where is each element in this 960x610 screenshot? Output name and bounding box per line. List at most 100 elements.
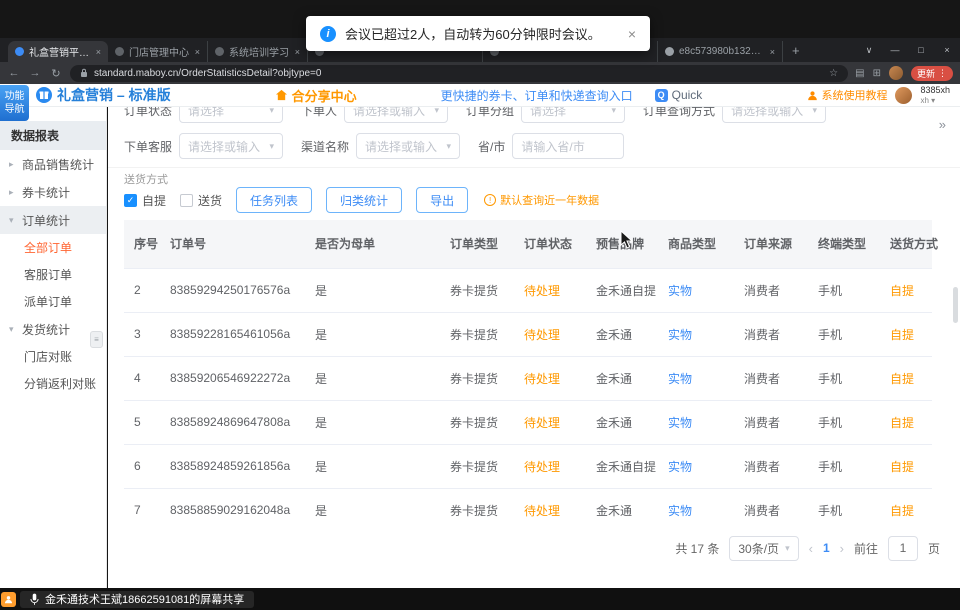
sidebar-item-all-orders[interactable]: 全部订单: [0, 234, 106, 261]
col-terminal-type: 终端类型: [808, 220, 880, 268]
close-icon[interactable]: ×: [628, 26, 636, 42]
cell-seq: 2: [124, 268, 160, 312]
tip-icon: !: [484, 194, 496, 206]
browser-tab[interactable]: e8c573980b1328a258fd2e6... ×: [658, 41, 783, 62]
order-agent-select[interactable]: 请选择或输入 ▾: [179, 133, 283, 159]
cell-terminal: 手机: [808, 444, 880, 488]
chevron-down-icon: ▾: [612, 107, 617, 116]
address-bar[interactable]: standard.maboy.cn/OrderStatisticsDetail?…: [70, 65, 848, 82]
sidebar-item-distribution-rebate[interactable]: 分销返利对账: [0, 370, 106, 397]
chevron-down-icon: ▾: [269, 141, 274, 152]
cell-brand: 金禾通自提: [586, 444, 658, 488]
sidebar-item-dispatch-orders[interactable]: 派单订单: [0, 288, 106, 315]
cell-order-type: 券卡提货: [440, 356, 514, 400]
close-icon[interactable]: ×: [96, 47, 101, 57]
task-list-button[interactable]: 任务列表: [236, 187, 312, 213]
channel-name-select[interactable]: 请选择或输入 ▾: [356, 133, 460, 159]
goto-page-input[interactable]: 1: [888, 536, 918, 561]
cell-seq: 4: [124, 356, 160, 400]
cell-product-type[interactable]: 实物: [658, 444, 734, 488]
browser-update-button[interactable]: 更新 ⋮: [911, 66, 953, 81]
reload-button[interactable]: ↻: [49, 67, 63, 80]
share-center-link[interactable]: 合分享中心: [275, 86, 357, 105]
sidebar-item-coupon-card-stats[interactable]: ▸ 券卡统计: [0, 178, 106, 206]
person-icon: [4, 595, 13, 604]
order-group-select[interactable]: 请选择 ▾: [521, 107, 625, 123]
minimize-button[interactable]: —: [882, 38, 908, 62]
browser-tab[interactable]: 系统培训学习 ×: [208, 41, 308, 62]
filter-label: 订单分组: [466, 107, 514, 119]
cell-terminal: 手机: [808, 312, 880, 356]
order-status-select[interactable]: 请选择 ▾: [179, 107, 283, 123]
new-tab-button[interactable]: +: [783, 43, 809, 58]
app-header: 礼盒营销 – 标准版 合分享中心 更快捷的券卡、订单和快递查询入口 Q Quic…: [0, 84, 960, 107]
chevron-down-icon: ▾: [813, 107, 818, 116]
window-close-button[interactable]: ×: [934, 38, 960, 62]
back-button[interactable]: ←: [7, 67, 21, 79]
table-scrollbar[interactable]: [953, 287, 958, 323]
sidebar-item-product-sales-stats[interactable]: ▸ 商品销售统计: [0, 150, 106, 178]
close-icon[interactable]: ×: [195, 47, 200, 57]
page-size-select[interactable]: 30条/页 ▾: [729, 536, 798, 561]
chevron-down-icon: ▾: [269, 107, 274, 116]
next-page-button[interactable]: ›: [840, 541, 844, 556]
expand-filters-button[interactable]: »: [939, 117, 946, 132]
page-size-value: 30条/页: [738, 540, 779, 557]
filter-label: 订单查询方式: [643, 107, 715, 119]
sidebar-item-service-orders[interactable]: 客服订单: [0, 261, 106, 288]
filter-row-bottom: 下单客服 请选择或输入 ▾ 渠道名称 请选择或输入 ▾ 省/市 请输入省/市: [124, 133, 624, 159]
checkbox-delivery[interactable]: 送货: [180, 192, 222, 209]
forward-button[interactable]: →: [28, 67, 42, 79]
cell-product-type[interactable]: 实物: [658, 400, 734, 444]
orderer-select[interactable]: 请选择或输入 ▾: [344, 107, 448, 123]
checkbox-self-pickup[interactable]: ✓ 自提: [124, 192, 166, 209]
filter-order-group: 订单分组 请选择 ▾: [466, 107, 625, 123]
tab-search-icon[interactable]: ∨: [856, 38, 882, 62]
cell-product-type[interactable]: 实物: [658, 356, 734, 400]
browser-tab-active[interactable]: 礼盒营销平台管理中心 ×: [8, 41, 108, 62]
tab-favicon: [15, 47, 24, 56]
cell-order-no: 83858924859261856a: [160, 444, 305, 488]
prev-page-button[interactable]: ‹: [809, 541, 813, 556]
cell-product-type[interactable]: 实物: [658, 312, 734, 356]
table-row: 283859294250176576a是券卡提货待处理金禾通自提实物消费者手机自…: [124, 268, 932, 312]
query-method-select[interactable]: 请选择或输入 ▾: [722, 107, 826, 123]
close-icon[interactable]: ×: [770, 47, 775, 57]
sidebar-collapse-handle[interactable]: ≡: [90, 331, 103, 348]
select-placeholder: 请选择: [530, 107, 566, 119]
category-stats-button[interactable]: 归类统计: [326, 187, 402, 213]
province-city-input[interactable]: 请输入省/市: [512, 133, 624, 159]
cell-status: 待处理: [514, 488, 586, 525]
function-nav-badge[interactable]: 功能 导航: [0, 85, 29, 121]
side-panel-icon[interactable]: ▤: [855, 68, 864, 79]
browser-profile-avatar[interactable]: [889, 66, 903, 80]
tutorial-link[interactable]: 系统使用教程: [807, 87, 887, 103]
user-info[interactable]: 8385xh xh ▾: [920, 85, 950, 105]
tutorial-label: 系统使用教程: [821, 87, 887, 103]
tab-title: 礼盒营销平台管理中心: [29, 44, 91, 59]
sidebar-item-order-stats[interactable]: ▾ 订单统计: [0, 206, 106, 234]
cell-delivery: 自提: [880, 268, 932, 312]
chevron-down-icon: ▾: [785, 543, 790, 554]
screen-share-indicator[interactable]: 金禾通技术王斌18662591081的屏幕共享: [20, 591, 254, 608]
maximize-button[interactable]: □: [908, 38, 934, 62]
bookmark-star-icon[interactable]: ☆: [829, 68, 838, 79]
cell-seq: 6: [124, 444, 160, 488]
cell-product-type[interactable]: 实物: [658, 488, 734, 525]
cell-brand: 金禾通: [586, 312, 658, 356]
cell-source: 消费者: [734, 400, 808, 444]
current-page[interactable]: 1: [823, 541, 830, 555]
chevron-right-icon: ▸: [9, 159, 18, 170]
close-icon[interactable]: ×: [295, 47, 300, 57]
user-avatar[interactable]: [895, 87, 912, 104]
goto-label: 前往: [854, 540, 878, 557]
extensions-icon[interactable]: ⊞: [873, 68, 881, 79]
user-sub: xh: [920, 96, 928, 105]
pagination: 共 17 条 30条/页 ▾ ‹ 1 › 前往 1 页: [675, 535, 940, 561]
cell-status: 待处理: [514, 400, 586, 444]
browser-tab[interactable]: 门店管理中心 ×: [108, 41, 208, 62]
quick-search-link[interactable]: Q Quick: [655, 88, 703, 102]
export-button[interactable]: 导出: [416, 187, 468, 213]
cell-product-type[interactable]: 实物: [658, 268, 734, 312]
cell-source: 消费者: [734, 488, 808, 525]
